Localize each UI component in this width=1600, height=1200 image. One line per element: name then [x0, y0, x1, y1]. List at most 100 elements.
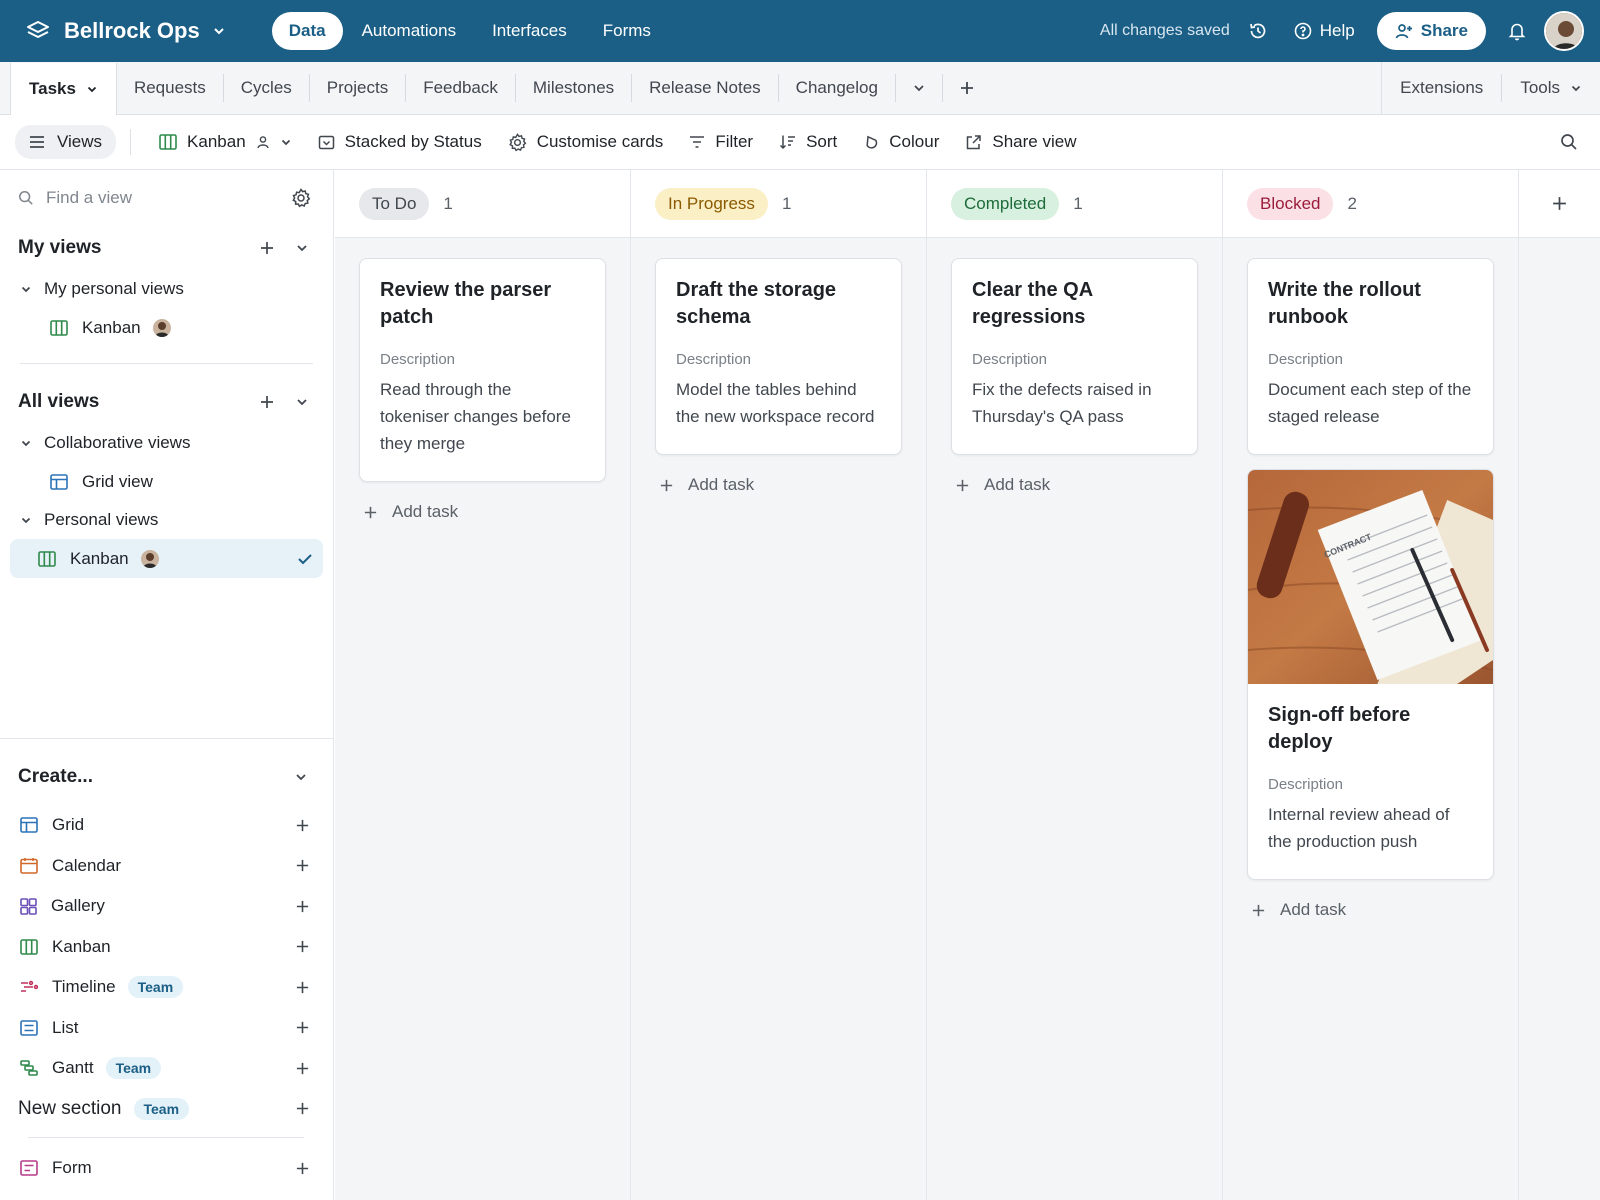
customise-cards-button[interactable]: Customise cards [508, 132, 664, 152]
stacked-label: Stacked by Status [344, 132, 482, 151]
create-item-label: Form [52, 1158, 92, 1178]
sidebar-divider [20, 363, 313, 364]
create-item-label: Calendar [52, 855, 121, 875]
column-header[interactable]: Blocked 2 [1223, 170, 1518, 238]
view-item-kanban-selected[interactable]: Kanban [10, 539, 323, 578]
column-header[interactable]: To Do 1 [335, 170, 630, 238]
personal-views-group[interactable]: Personal views [0, 501, 333, 539]
stack-icon [318, 135, 334, 149]
workspace-switcher[interactable]: Bellrock Ops [26, 18, 226, 44]
task-card[interactable]: Clear the QA regressions Description Fix… [951, 258, 1198, 455]
tab-cycles[interactable]: Cycles [224, 74, 310, 102]
more-tables-button[interactable] [896, 74, 943, 102]
tab-changelog[interactable]: Changelog [779, 74, 896, 102]
notifications-button[interactable] [1508, 21, 1526, 41]
view-item-kanban-personal[interactable]: Kanban [10, 308, 323, 347]
plus-icon[interactable] [259, 240, 275, 256]
sort-button[interactable]: Sort [779, 132, 837, 152]
user-avatar[interactable] [1544, 11, 1584, 51]
add-task-button[interactable]: Add task [1247, 900, 1494, 920]
card-count: 1 [1073, 193, 1083, 213]
column-blocked: Blocked 2 Write the rollout runbook Desc… [1223, 170, 1519, 1200]
colour-button[interactable]: Colour [863, 132, 939, 152]
tab-tasks[interactable]: Tasks [10, 62, 117, 116]
collaborative-views-group[interactable]: Collaborative views [0, 424, 333, 462]
add-task-button[interactable]: Add task [951, 475, 1198, 495]
current-view-name: Kanban [187, 132, 246, 151]
create-gallery[interactable]: Gallery [0, 886, 334, 927]
create-timeline[interactable]: Timeline Team [0, 967, 334, 1008]
nav-forms[interactable]: Forms [586, 12, 668, 50]
column-header[interactable]: Completed 1 [927, 170, 1222, 238]
card-title: Draft the storage schema [676, 279, 837, 328]
customise-label: Customise cards [536, 132, 664, 151]
create-item-label: New section [18, 1097, 122, 1119]
add-table-button[interactable] [943, 74, 991, 102]
create-divider [28, 1137, 304, 1138]
stacked-by-button[interactable]: Stacked by Status [318, 132, 482, 152]
search-icon [1561, 134, 1577, 150]
card-title: Write the rollout runbook [1268, 279, 1421, 328]
task-card[interactable]: Write the rollout runbook Description Do… [1247, 258, 1494, 455]
field-label: Description [972, 351, 1048, 368]
add-task-label: Add task [1280, 900, 1347, 919]
view-item-label: Kanban [70, 548, 129, 568]
create-kanban[interactable]: Kanban [0, 927, 334, 968]
nav-automations[interactable]: Automations [345, 12, 474, 50]
tab-requests[interactable]: Requests [117, 74, 224, 102]
person-avatar-icon [154, 321, 169, 337]
task-card[interactable]: Review the parser patch Description Read… [359, 258, 606, 482]
kanban-icon [50, 319, 68, 336]
tab-projects[interactable]: Projects [310, 74, 407, 102]
chevron-down-icon[interactable] [295, 241, 309, 255]
chevron-down-icon [281, 139, 290, 146]
add-column-button[interactable] [1519, 170, 1600, 238]
help-button[interactable]: Help [1294, 21, 1355, 41]
create-gantt[interactable]: Gantt Team [0, 1048, 334, 1089]
status-badge: Blocked [1247, 187, 1334, 220]
add-task-label: Add task [392, 502, 459, 521]
my-personal-views-group[interactable]: My personal views [0, 270, 333, 308]
cover-image: CONTRACT [1248, 470, 1493, 684]
extensions-button[interactable]: Extensions [1382, 74, 1503, 102]
find-view-field[interactable]: Find a view [0, 170, 333, 226]
add-task-label: Add task [688, 475, 755, 494]
tab-milestones[interactable]: Milestones [516, 74, 633, 102]
chevron-down-icon [87, 86, 97, 93]
task-card[interactable]: CONTRACT Sign-off before deploy Descript… [1247, 469, 1494, 880]
table-tabs: Tasks Requests Cycles Projects Feedback … [0, 62, 1600, 116]
nav-data[interactable]: Data [271, 12, 343, 50]
task-card[interactable]: Draft the storage schema Description Mod… [655, 258, 902, 455]
create-calendar[interactable]: Calendar [0, 846, 334, 887]
nav-interfaces[interactable]: Interfaces [475, 12, 584, 50]
create-item-label: List [52, 1017, 79, 1037]
view-item-grid[interactable]: Grid view [10, 462, 323, 501]
create-header[interactable]: Create... [0, 739, 334, 805]
tab-release-notes[interactable]: Release Notes [632, 74, 779, 102]
create-new-section[interactable]: New section Team [0, 1089, 334, 1130]
chevron-down-icon [21, 440, 31, 447]
column-header[interactable]: In Progress 1 [631, 170, 926, 238]
history-button[interactable] [1248, 21, 1268, 41]
view-settings-button[interactable] [291, 188, 311, 208]
column-in-progress: In Progress 1 Draft the storage schema D… [631, 170, 927, 1200]
add-task-button[interactable]: Add task [359, 502, 606, 522]
tools-menu[interactable]: Tools [1502, 74, 1600, 102]
view-item-label: Grid view [82, 471, 153, 491]
card-description: Document each step of the staged release [1268, 380, 1472, 426]
chevron-down-icon[interactable] [295, 395, 309, 409]
views-toggle-button[interactable]: Views [15, 125, 117, 159]
current-view-menu[interactable]: Kanban [159, 132, 292, 152]
create-list[interactable]: List [0, 1008, 334, 1049]
kanban-board: To Do 1 Review the parser patch Descript… [335, 170, 1600, 1200]
filter-button[interactable]: Filter [689, 132, 753, 152]
add-task-button[interactable]: Add task [655, 475, 902, 495]
search-button[interactable] [1560, 133, 1578, 151]
share-button[interactable]: Share [1376, 12, 1486, 50]
card-count: 1 [781, 193, 792, 213]
create-grid[interactable]: Grid [0, 805, 334, 846]
plus-icon[interactable] [259, 394, 275, 410]
share-view-button[interactable]: Share view [965, 132, 1076, 152]
create-form[interactable]: Form [0, 1148, 334, 1189]
tab-feedback[interactable]: Feedback [406, 74, 516, 102]
